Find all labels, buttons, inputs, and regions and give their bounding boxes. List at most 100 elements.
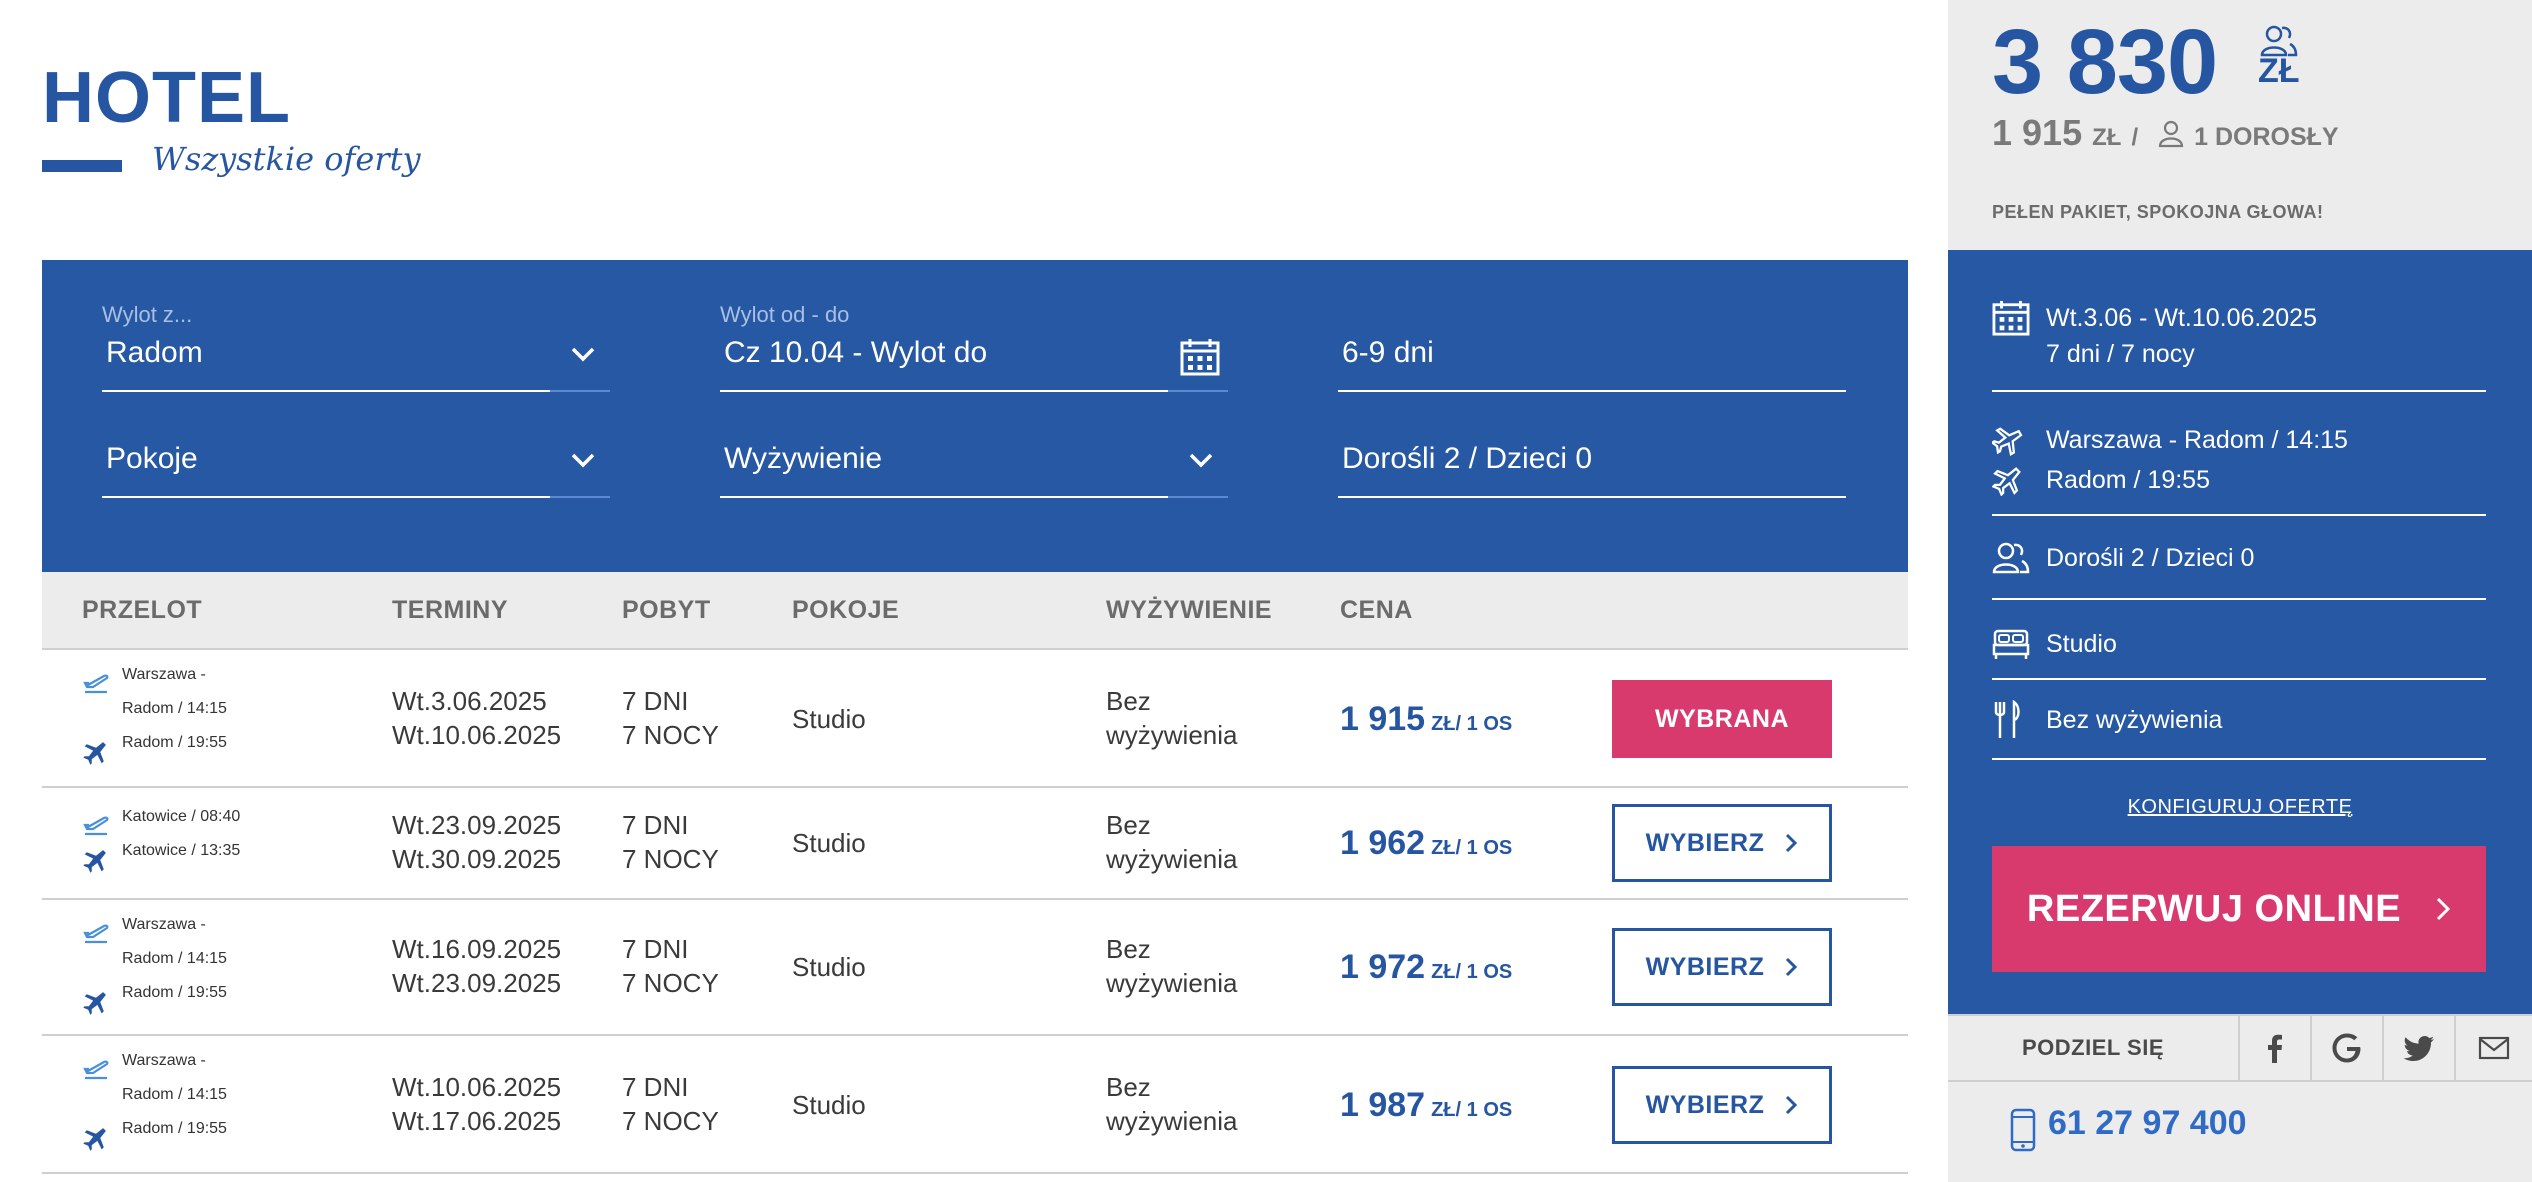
calendar-icon[interactable] (1180, 338, 1220, 376)
price-unit: ZŁ/ 1 OS (1431, 961, 1513, 983)
selected-button-label: WYBRANA (1654, 704, 1790, 733)
stay-cell: 7 DNI 7 NOCY (622, 684, 719, 752)
departure-from-value: Radom (106, 336, 203, 369)
chevron-right-icon (1786, 833, 1798, 853)
price-unit: ZŁ/ 1 OS (1431, 713, 1513, 735)
total-currency: ZŁ (2258, 52, 2300, 90)
stay-nights: 7 NOCY (622, 1106, 719, 1136)
share-label: PODZIEL SIĘ (2021, 1035, 2164, 1060)
board-select[interactable]: Wyżywienie (720, 408, 1228, 508)
date-to: Wt.30.09.2025 (392, 844, 562, 874)
google-icon (2332, 1033, 2361, 1063)
field-underline-accent (1168, 390, 1228, 392)
flight-back-line: Radom / 19:55 (122, 984, 227, 1001)
plane-arrival-icon (83, 1128, 106, 1151)
plane-departure-icon (1992, 427, 2023, 456)
share-mail-button[interactable] (2454, 1016, 2532, 1080)
column-header-board: WYŻYWIENIE (1106, 596, 1273, 624)
flight-info: Katowice / 08:40 Katowice / 13:35 (82, 808, 240, 876)
page-title: HOTEL (42, 58, 291, 138)
dates-cell: Wt.3.06.2025 Wt.10.06.2025 (392, 684, 561, 752)
field-underline (102, 496, 550, 498)
table-row[interactable]: Katowice / 08:40 Katowice / 13:35 Wt.23.… (42, 788, 1908, 900)
dates-cell: Wt.10.06.2025 Wt.17.06.2025 (392, 1070, 561, 1138)
field-underline (1338, 496, 1846, 498)
phone-contact[interactable]: 61 27 97 400 (1948, 1082, 2532, 1182)
share-facebook-button[interactable] (2238, 1016, 2310, 1080)
flight-out-line: Warszawa - (122, 1052, 206, 1069)
field-underline-accent (1168, 496, 1228, 498)
reserve-online-button[interactable]: REZERWUJ ONLINE (1992, 846, 2486, 972)
flight-out-line: Katowice / 08:40 (122, 808, 241, 825)
price-unit: ZŁ/ 1 OS (1431, 837, 1513, 859)
per-person-label: 1 DOROSŁY (2194, 123, 2339, 151)
summary-board: Bez wyżywienia (1992, 700, 2532, 750)
plane-arrival-icon (83, 850, 106, 873)
flight-info: Warszawa - Radom / 14:15 Radom / 19:55 (82, 666, 227, 768)
flight-out-line: Radom / 14:15 (122, 700, 227, 717)
date-from: Wt.10.06.2025 (392, 1072, 562, 1102)
share-twitter-button[interactable] (2382, 1016, 2454, 1080)
plane-arrival-icon (1992, 467, 2021, 496)
cutlery-icon (1994, 700, 2020, 738)
choose-button[interactable]: WYBIERZ (1612, 804, 1832, 882)
table-row[interactable]: Warszawa - Radom / 14:15 Radom / 19:55 W… (42, 900, 1908, 1036)
chevron-right-icon (1786, 1095, 1798, 1115)
summary-room: Studio (1992, 624, 2532, 674)
chevron-down-icon (1189, 453, 1213, 468)
choose-button[interactable]: WYBIERZ (1612, 928, 1832, 1006)
departure-dates-value: Cz 10.04 - Wylot do (724, 336, 988, 369)
people-select[interactable]: Dorośli 2 / Dzieci 0 (1338, 408, 1846, 508)
flight-back-line: Radom / 19:55 (122, 1120, 227, 1137)
table-row[interactable]: Warszawa - Radom / 14:15 Radom / 19:55 W… (42, 1036, 1908, 1174)
share-bar: PODZIEL SIĘ (1948, 1014, 2532, 1082)
divider (1992, 390, 2486, 392)
facebook-icon (2268, 1034, 2282, 1063)
phone-icon (2010, 1108, 2036, 1152)
choose-button[interactable]: WYBIERZ (1612, 1066, 1832, 1144)
board-line: wyżywienia (1106, 720, 1238, 750)
price-value: 1 915 (1340, 700, 1426, 738)
field-underline (720, 390, 1168, 392)
people-icon (1992, 542, 2030, 574)
departure-from-label: Wylot z... (102, 302, 193, 327)
configure-offer-link[interactable]: KONFIGURUJ OFERTĘ (1948, 796, 2532, 819)
price-cell: 1 962 ZŁ/ 1 OS (1340, 824, 1512, 863)
dates-cell: Wt.16.09.2025 Wt.23.09.2025 (392, 932, 561, 1000)
price-unit: ZŁ/ 1 OS (1431, 1099, 1513, 1121)
title-underline (42, 160, 122, 172)
board-cell: Bez wyżywienia (1106, 1070, 1238, 1138)
departure-from-select[interactable]: Wylot z... Radom (102, 302, 610, 402)
date-to: Wt.23.09.2025 (392, 968, 562, 998)
share-google-button[interactable] (2310, 1016, 2382, 1080)
departure-dates-field[interactable]: Wylot od - do Cz 10.04 - Wylot do (720, 302, 1228, 402)
table-row[interactable]: Warszawa - Radom / 14:15 Radom / 19:55 W… (42, 650, 1908, 788)
selected-button[interactable]: WYBRANA (1612, 680, 1832, 758)
chevron-right-icon (1786, 957, 1798, 977)
rooms-select[interactable]: Pokoje (102, 408, 610, 508)
duration-select[interactable]: 6-9 dni (1338, 302, 1846, 402)
total-price: 3 830 (1992, 11, 2218, 113)
board-line: Bez (1106, 810, 1151, 840)
offer-details-panel: Wt.3.06 - Wt.10.06.2025 7 dni / 7 nocy W… (1948, 250, 2532, 1014)
board-line: wyżywienia (1106, 968, 1238, 998)
plane-departure-icon (83, 816, 109, 836)
summary-people-text: Dorośli 2 / Dzieci 0 (2046, 544, 2255, 572)
board-cell: Bez wyżywienia (1106, 808, 1238, 876)
plane-departure-icon (83, 924, 109, 944)
board-line: Bez (1106, 934, 1151, 964)
stay-days: 7 DNI (622, 1072, 689, 1102)
search-filters-panel: Wylot z... Radom Wylot od - do Cz 10.04 … (42, 260, 1908, 572)
summary-people: Dorośli 2 / Dzieci 0 (1992, 538, 2532, 588)
stay-nights: 7 NOCY (622, 720, 719, 750)
price-value: 1 987 (1340, 1086, 1426, 1124)
board-cell: Bez wyżywienia (1106, 932, 1238, 1000)
page-subtitle: Wszystkie oferty (152, 140, 421, 178)
plane-arrival-icon (83, 742, 106, 765)
chevron-down-icon (571, 347, 595, 362)
room-cell: Studio (792, 952, 866, 982)
field-underline-accent (550, 496, 610, 498)
field-underline (720, 496, 1168, 498)
column-header-flight: PRZELOT (82, 596, 203, 624)
plane-departure-icon (83, 1060, 109, 1080)
